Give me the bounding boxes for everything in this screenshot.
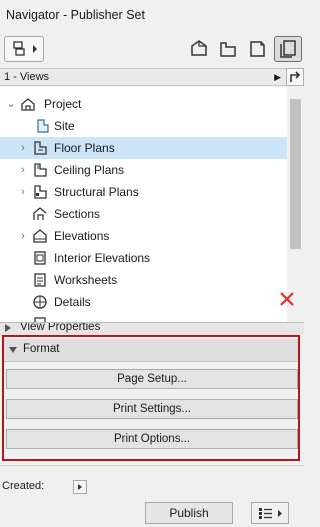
ceiling-plan-icon [34,163,47,177]
divider [0,465,304,466]
publisher-sets-icon [280,40,296,58]
title-bar: Navigator - Publisher Set [0,0,304,30]
collapsed-arrow-icon[interactable]: › [16,159,30,181]
tree-item-label: Floor Plans [54,141,115,155]
view-set-value: 1 - Views [4,71,50,83]
tree-item-ceiling-plans[interactable]: › Ceiling Plans [0,159,287,181]
tree-item-project[interactable]: ⌄ Project [0,93,287,115]
navigator-tree: ⌄ Project Site › Floor Plans › Ceiling P… [0,87,287,322]
tree-item-label: Details [54,295,91,309]
expanded-arrow-icon[interactable]: ⌄ [4,93,18,115]
publish-button[interactable]: Publish [145,502,233,524]
tree-item-floor-plans[interactable]: › Floor Plans [0,137,287,159]
site-icon [37,119,49,133]
tree-item-label: Structural Plans [54,185,139,199]
detail-icon [33,295,47,309]
interior-elevation-icon [34,251,46,265]
tree-item-sections[interactable]: Sections [0,203,287,225]
tree-item-label: Interior Elevations [54,251,151,265]
navigator-toolbar [0,30,304,68]
scrollbar-thumb[interactable] [290,99,301,249]
tree-item-site[interactable]: Site [0,115,287,137]
navigator-pick-button[interactable] [4,36,44,62]
tree-item-label: Elevations [54,229,110,243]
window-title: Navigator - Publisher Set [6,8,145,22]
collapsed-arrow-icon[interactable]: › [16,137,30,159]
tree-item-structural-plans[interactable]: › Structural Plans [0,181,287,203]
project-map-icon [191,40,207,56]
view-map-button[interactable] [214,36,242,62]
view-properties-section[interactable]: View Properties [0,322,304,335]
layout-book-button[interactable] [244,36,272,62]
project-icon [21,98,35,111]
section-icon [33,207,47,220]
tree-item-label: Project [44,97,82,111]
publish-options-button[interactable] [251,502,289,524]
list-options-icon [259,508,282,519]
tree-item-details[interactable]: Details [0,291,287,313]
collapsed-arrow-icon[interactable]: › [16,225,30,247]
chevron-right-icon: ▶ [274,72,281,82]
go-up-button[interactable] [286,68,304,86]
floor-plan-icon [34,141,47,155]
tree-item-label: Ceiling Plans [54,163,125,177]
view-map-icon [220,42,236,57]
tree-item-worksheets[interactable]: Worksheets [0,269,287,291]
navigator-options-icon [13,41,37,56]
created-label: Created: [2,480,45,492]
view-set-selector[interactable]: 1 - Views ▶ [0,68,286,86]
play-arrow-icon [78,484,82,490]
created-menu-button[interactable] [73,480,87,494]
tree-item-label: Sections [54,207,101,221]
close-icon[interactable] [276,288,298,310]
up-arrow-icon [290,71,301,82]
tree-item-interior-elevations[interactable]: Interior Elevations [0,247,287,269]
tree-item-partial [0,313,287,322]
tree-item-label: Site [54,119,75,133]
collapsed-arrow-icon[interactable]: › [16,181,30,203]
worksheet-icon [34,273,46,287]
view-properties-label: View Properties [20,322,101,333]
elevation-icon [33,229,47,243]
layout-book-icon [250,41,265,57]
collapsed-triangle-icon [5,324,11,332]
project-map-button[interactable] [186,36,214,62]
highlight-frame [2,335,300,461]
structural-plan-icon [34,185,47,199]
publisher-sets-button[interactable] [274,36,302,62]
tree-item-label: Worksheets [54,273,118,287]
tree-item-elevations[interactable]: › Elevations [0,225,287,247]
tree-scrollbar[interactable] [287,87,304,322]
